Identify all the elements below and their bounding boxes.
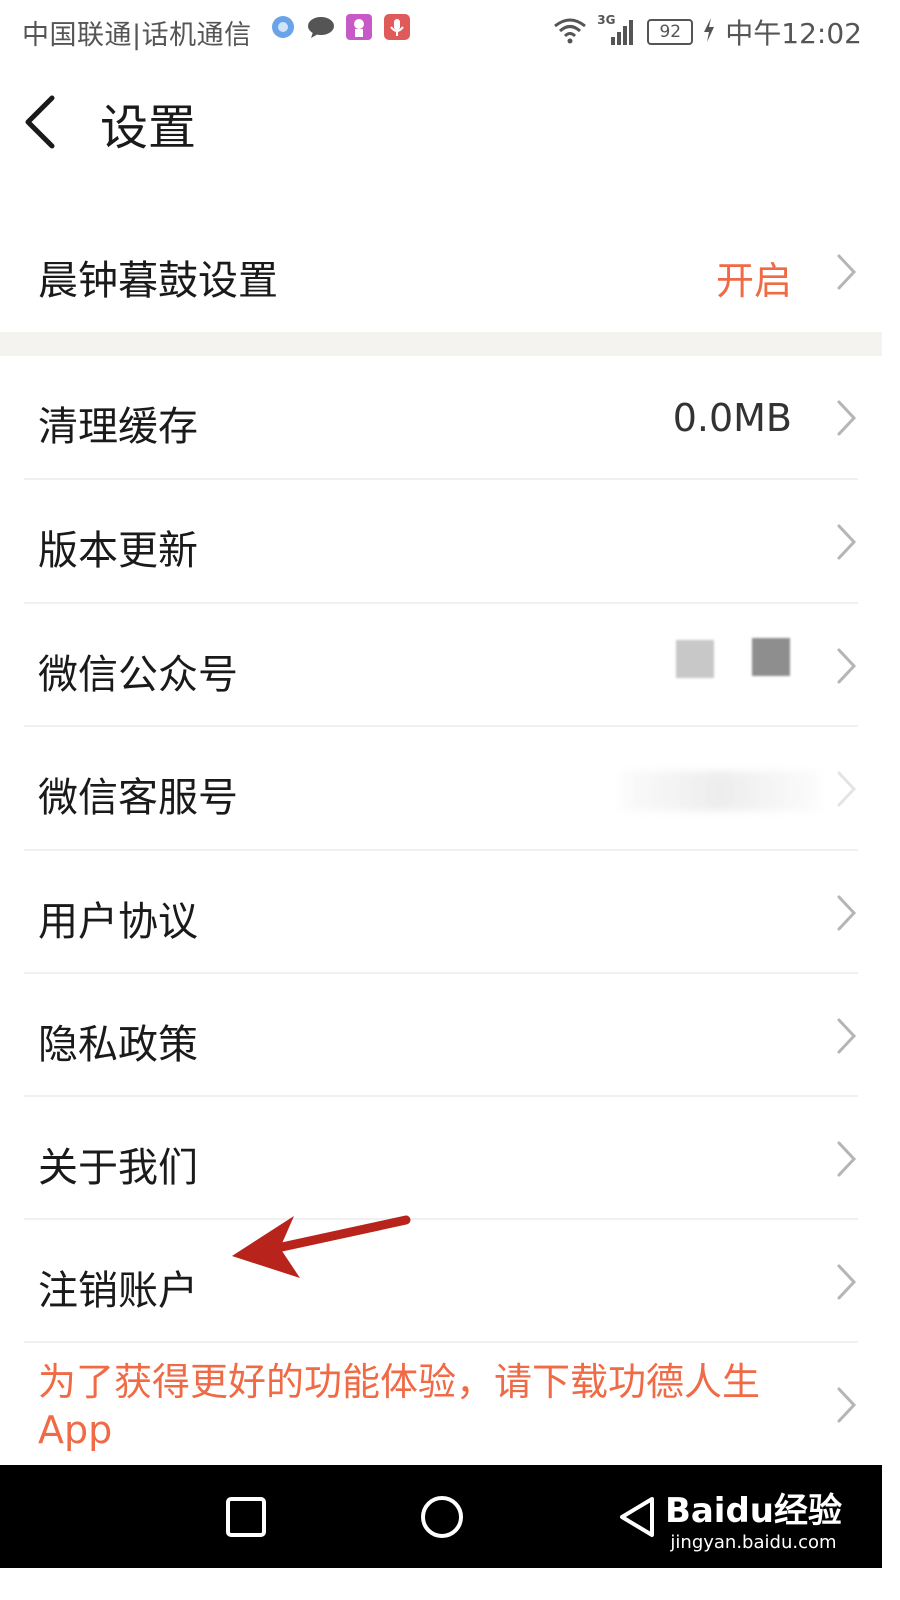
- clock: 中午12:02: [725, 17, 862, 50]
- chevron-right-icon: [837, 1387, 857, 1423]
- app-header: 设置: [0, 62, 882, 182]
- setting-row-version-update[interactable]: 版本更新: [0, 480, 882, 602]
- recent-apps-button[interactable]: [222, 1493, 270, 1541]
- browser-icon: [268, 12, 298, 42]
- blurred-value: [676, 640, 714, 678]
- signal-icon: 3G: [597, 13, 637, 47]
- annotation-arrow-icon: [232, 1215, 411, 1278]
- back-button[interactable]: [18, 92, 68, 152]
- chat-icon: [306, 12, 336, 42]
- setting-row-user-agreement[interactable]: 用户协议: [0, 851, 882, 973]
- square-icon: [226, 1497, 266, 1537]
- setting-row-privacy-policy[interactable]: 隐私政策: [0, 974, 882, 1096]
- chevron-right-icon: [837, 895, 857, 931]
- watermark-main: Baidu经验: [664, 1491, 842, 1531]
- setting-label: 隐私政策: [38, 1022, 198, 1068]
- microphone-icon: [382, 12, 412, 42]
- page-title: 设置: [100, 100, 197, 156]
- chevron-right-icon: [837, 254, 857, 290]
- setting-label: 注销账户: [38, 1268, 198, 1314]
- status-bar: 中国联通|话机通信 3G 92 中午12:02: [0, 0, 882, 62]
- back-nav-button[interactable]: [614, 1493, 662, 1541]
- charging-icon: [703, 18, 715, 46]
- setting-row-clear-cache[interactable]: 清理缓存 0.0MB: [0, 356, 882, 478]
- chevron-right-icon: [837, 1018, 857, 1054]
- app-icon: [344, 12, 374, 42]
- setting-row-morning-bell[interactable]: 晨钟暮鼓设置 开启: [0, 210, 882, 332]
- blurred-value: [620, 771, 820, 811]
- setting-label: 微信客服号: [38, 775, 238, 821]
- setting-label: 用户协议: [38, 899, 198, 945]
- chevron-right-icon: [837, 1264, 857, 1300]
- carrier-name: 中国联通|话机通信: [22, 20, 252, 51]
- circle-icon: [421, 1496, 463, 1538]
- chevron-right-icon: [837, 1141, 857, 1177]
- baidu-watermark: Baidu经验 jingyan.baidu.com: [665, 1483, 842, 1553]
- chevron-right-icon: [837, 648, 857, 684]
- setting-value: 0.0MB: [672, 396, 792, 440]
- setting-row-delete-account[interactable]: 注销账户: [0, 1220, 882, 1342]
- setting-label: 微信公众号: [38, 652, 238, 698]
- chevron-right-icon: [837, 524, 857, 560]
- navigation-bar: Baidu经验 jingyan.baidu.com: [0, 1465, 882, 1568]
- chevron-right-icon: [837, 771, 857, 807]
- status-right: 3G 92 中午12:02: [553, 12, 862, 52]
- notification-icons: [268, 12, 412, 42]
- setting-row-wechat-official[interactable]: 微信公众号: [0, 604, 882, 726]
- watermark-sub: jingyan.baidu.com: [670, 1532, 837, 1553]
- home-button[interactable]: [418, 1493, 466, 1541]
- setting-row-about-us[interactable]: 关于我们: [0, 1097, 882, 1219]
- wifi-icon: [553, 16, 587, 48]
- setting-label: 版本更新: [38, 528, 198, 574]
- setting-row-wechat-service[interactable]: 微信客服号: [0, 727, 882, 849]
- setting-label: 关于我们: [38, 1145, 198, 1191]
- blurred-value: [752, 638, 790, 676]
- setting-value: 开启: [715, 259, 792, 303]
- section-gap: [0, 332, 882, 356]
- chevron-right-icon: [837, 400, 857, 436]
- battery-level: 92: [659, 22, 682, 42]
- back-arrow-icon: [25, 95, 55, 149]
- download-app-prompt[interactable]: 为了获得更好的功能体验，请下载功德人生App: [38, 1358, 828, 1454]
- triangle-back-icon: [620, 1497, 654, 1537]
- battery-icon: 92: [647, 19, 694, 45]
- setting-label: 清理缓存: [38, 404, 198, 450]
- setting-label: 晨钟暮鼓设置: [38, 258, 278, 304]
